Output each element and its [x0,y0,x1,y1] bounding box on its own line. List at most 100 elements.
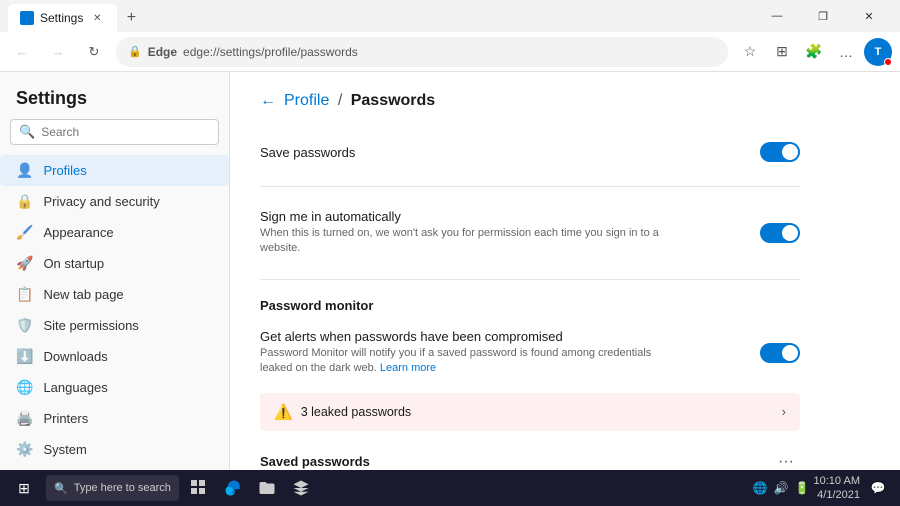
sidebar-icon-downloads: ⬇️ [16,348,33,365]
sidebar-icon-newtab: 📋 [16,286,33,303]
saved-passwords-more-button[interactable]: ··· [772,451,800,470]
sidebar-icon-appearance: 🖌️ [16,224,33,241]
alerts-label: Get alerts when passwords have been comp… [260,329,680,344]
browser-content: Settings 🔍 👤 Profiles 🔒 Privacy and securit… [0,72,900,470]
task-view-button[interactable] [185,474,213,502]
sign-in-auto-toggle[interactable] [760,223,800,243]
sidebar-item-languages[interactable]: 🌐 Languages [0,372,229,403]
sidebar-icon-startup: 🚀 [16,255,33,272]
close-button[interactable]: ✕ [846,0,892,32]
warning-icon: ⚠️ [274,403,293,421]
spacer-1 [260,437,800,445]
sidebar-item-system[interactable]: ⚙️ System [0,434,229,465]
url-text: edge://settings/profile/passwords [183,45,358,59]
tab-area: Settings ✕ + [8,0,145,32]
store-taskbar-icon[interactable] [287,474,315,502]
main-content: ← Profile / Passwords Save passwords Sig… [230,72,900,470]
sidebar-item-profiles[interactable]: 👤 Profiles [0,155,229,186]
divider-2 [260,279,800,280]
sidebar-icon-languages: 🌐 [16,379,33,396]
date-text: 4/1/2021 [814,488,860,502]
taskbar-right: 🌐 🔊 🔋 10:10 AM 4/1/2021 💬 [753,474,892,503]
sign-in-auto-col: Sign me in automatically When this is tu… [260,209,680,257]
sidebar-item-appearance[interactable]: 🖌️ Appearance [0,217,229,248]
sidebar-label-newtab: New tab page [43,287,123,302]
sidebar-item-startup[interactable]: 🚀On startup [0,248,229,279]
save-passwords-toggle[interactable] [760,142,800,162]
leaked-count-text: 3 leaked passwords [301,405,411,419]
sidebar-icon-printers: 🖨️ [16,410,33,427]
address-bar: ← → ↻ 🔒 Edge edge://settings/profile/pas… [0,32,900,72]
sidebar-icon-system: ⚙️ [16,441,33,458]
url-bar[interactable]: 🔒 Edge edge://settings/profile/passwords [116,37,728,67]
sidebar-label-privacy: Privacy and security [43,194,159,209]
settings-more-icon[interactable]: … [832,38,860,66]
back-button[interactable]: ← [8,38,36,66]
refresh-button[interactable]: ↻ [80,38,108,66]
collections-icon[interactable]: ⊞ [768,38,796,66]
edge-taskbar-icon[interactable] [219,474,247,502]
breadcrumb-current: Passwords [351,92,435,109]
breadcrumb-separator: / [338,92,342,109]
alerts-toggle[interactable] [760,343,800,363]
profile-area[interactable]: T [864,38,892,66]
active-tab[interactable]: Settings ✕ [8,4,117,32]
taskbar-left: ⊞ 🔍 Type here to search [8,472,315,504]
sidebar-label-profiles: Profiles [43,163,86,178]
sign-in-auto-row: Sign me in automatically When this is tu… [260,199,800,267]
sidebar-icon-profiles: 👤 [16,162,33,179]
favorites-icon[interactable]: ☆ [736,38,764,66]
sidebar-item-privacy[interactable]: 🔒 Privacy and security [0,186,229,217]
new-tab-button[interactable]: + [117,4,145,32]
alerts-desc: Password Monitor will notify you if a sa… [260,346,680,377]
password-monitor-heading: Password monitor [260,292,800,315]
taskbar-search-text: Type here to search [74,482,171,494]
sidebar-item-permissions[interactable]: 🛡️Site permissions [0,310,229,341]
sidebar-label-printers: Printers [43,411,88,426]
notification-button[interactable]: 💬 [864,474,892,502]
system-tray: 🌐 🔊 🔋 [753,481,810,495]
breadcrumb: Profile / Passwords [284,92,435,110]
minimize-button[interactable]: — [754,0,800,32]
save-passwords-row: Save passwords [260,130,800,174]
extensions-icon[interactable]: 🧩 [800,38,828,66]
sidebar-label-system: System [43,442,86,457]
learn-more-link[interactable]: Learn more [380,362,436,374]
sidebar-item-newtab[interactable]: 📋 New tab page [0,279,229,310]
divider-1 [260,186,800,187]
restore-button[interactable]: ❐ [800,0,846,32]
sidebar-icon-privacy: 🔒 [16,193,33,210]
files-taskbar-icon[interactable] [253,474,281,502]
back-nav-button[interactable]: ← [260,92,276,110]
leaked-passwords-alert[interactable]: ⚠️ 3 leaked passwords › [260,393,800,431]
network-icon: 🌐 [753,481,768,495]
taskbar-search-icon: 🔍 [54,482,68,495]
sidebar-title: Settings [0,84,229,119]
tab-favicon [20,11,34,25]
start-button[interactable]: ⊞ [8,472,40,504]
taskbar-search[interactable]: 🔍 Type here to search [46,475,179,501]
search-input[interactable] [41,125,210,139]
forward-button[interactable]: → [44,38,72,66]
main-inner: ← Profile / Passwords Save passwords Sig… [230,72,830,470]
saved-passwords-header: Saved passwords ··· [260,451,800,470]
edge-label: Edge [148,45,177,59]
breadcrumb-profile-link[interactable]: Profile [284,92,329,109]
page-header: ← Profile / Passwords [260,92,800,110]
window-controls: — ❐ ✕ [754,0,892,32]
sidebar-label-languages: Languages [43,380,107,395]
search-box[interactable]: 🔍 [10,119,219,145]
title-bar: Settings ✕ + — ❐ ✕ [0,0,900,32]
tab-close-button[interactable]: ✕ [89,10,105,26]
alerts-row: Get alerts when passwords have been comp… [260,319,800,387]
sidebar-item-reset[interactable]: 🔄Reset settings [0,465,229,470]
sign-in-auto-label: Sign me in automatically [260,209,680,224]
sidebar-item-downloads[interactable]: ⬇️Downloads [0,341,229,372]
taskbar: ⊞ 🔍 Type here to search 🌐 🔊 🔋 [0,470,900,506]
sidebar-item-printers[interactable]: 🖨️ Printers [0,403,229,434]
time-text: 10:10 AM [814,474,860,488]
sidebar-label-appearance: Appearance [43,225,113,240]
battery-icon: 🔋 [795,481,810,495]
saved-passwords-title: Saved passwords [260,454,370,469]
lock-icon: 🔒 [128,45,142,58]
